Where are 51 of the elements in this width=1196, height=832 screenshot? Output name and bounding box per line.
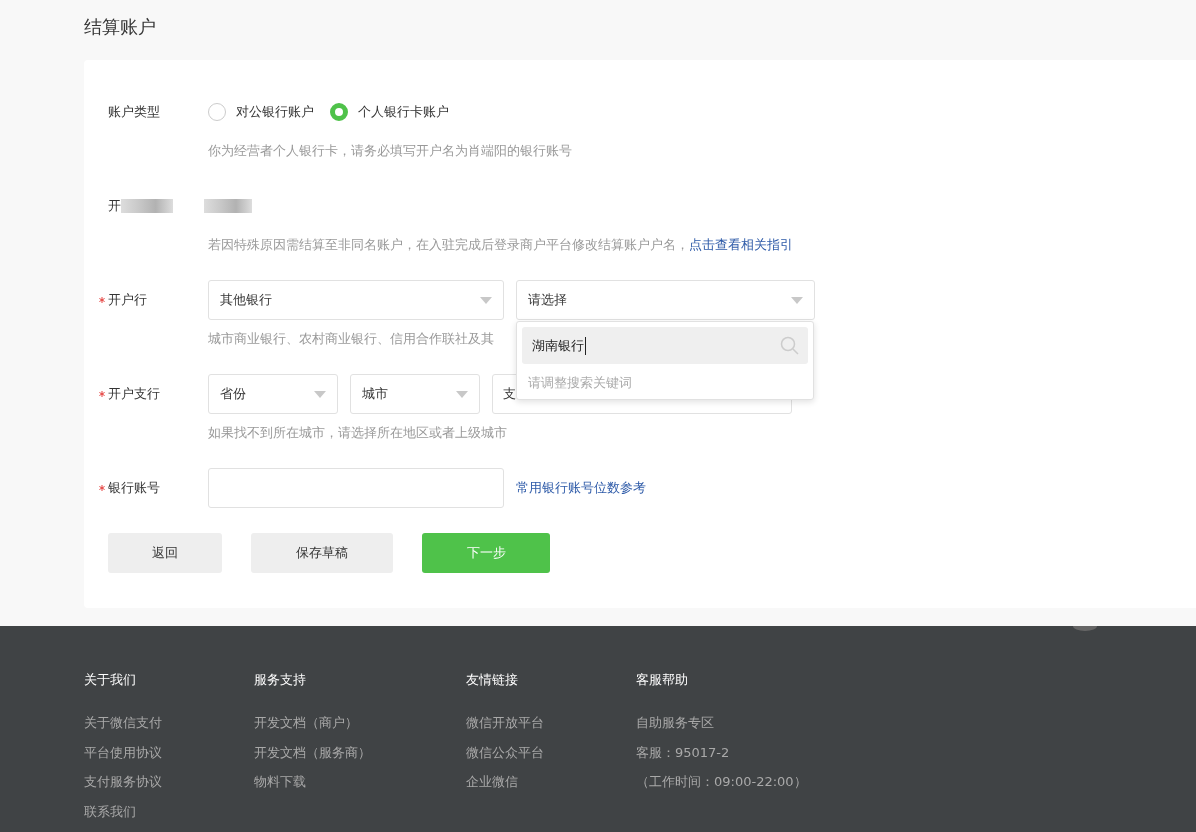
footer-link[interactable]: 开发文档（服务商） [254, 743, 371, 773]
input-field[interactable] [208, 468, 504, 508]
hint-text: 城市商业银行、农村商业银行、信用合作联社及其 [208, 330, 494, 348]
hint-text: 你为经营者个人银行卡，请务必填写开户名为肖端阳的银行账号 [208, 142, 572, 160]
footer-link[interactable]: 企业微信 [466, 773, 518, 803]
footer-link[interactable]: 物料下载 [254, 773, 306, 803]
action-button[interactable]: 返回 [108, 533, 222, 573]
footer-link[interactable]: 支付服务协议 [84, 773, 162, 803]
hint-text: 若因特殊原因需结算至非同名账户，在入驻完成后登录商户平台修改结算账户户名，点击查看相关指引 [208, 236, 793, 254]
footer-link[interactable]: 自助服务专区 [636, 714, 714, 744]
select-field[interactable]: 城市 [350, 374, 480, 414]
reference-link[interactable]: 常用银行账号位数参考 [516, 479, 646, 497]
field-label: 开户支行 [108, 385, 160, 403]
footer-heading: 关于我们 [84, 671, 136, 689]
field-label: 开户行 [108, 291, 147, 309]
redacted-block [121, 199, 173, 213]
footer-heading: 服务支持 [254, 671, 306, 689]
hint-text: 如果找不到所在城市，请选择所在地区或者上级城市 [208, 424, 507, 442]
search-field[interactable]: 湖南银行 [522, 327, 808, 364]
footer-link[interactable]: 联系我们 [84, 802, 136, 832]
action-button[interactable]: 保存草稿 [251, 533, 393, 573]
guide-link[interactable]: 点击查看相关指引 [689, 237, 793, 252]
field-label: 账户类型 [108, 103, 160, 121]
footer-link[interactable]: 关于微信支付 [84, 714, 162, 744]
next-button[interactable]: 下一步 [422, 533, 550, 573]
caret-icon [791, 296, 803, 304]
footer-heading: 友情链接 [466, 671, 518, 689]
caret-icon [480, 296, 492, 304]
radio-label[interactable]: 个人银行卡账户 [358, 103, 449, 121]
footer-link[interactable]: 平台使用协议 [84, 743, 162, 773]
caret-icon [314, 390, 326, 398]
select-field[interactable]: 省份 [208, 374, 338, 414]
field-label: 开 [108, 197, 121, 215]
footer-link[interactable]: 客服：95017-2 [636, 743, 730, 773]
page-title: 结算账户 [84, 15, 156, 39]
footer-heading: 客服帮助 [636, 671, 688, 689]
footer-link[interactable]: （工作时间：09:00-22:00） [636, 773, 807, 803]
radio-button[interactable] [208, 103, 226, 121]
footer-link[interactable]: 微信公众平台 [466, 743, 544, 773]
redacted-block [204, 199, 252, 213]
field-label: 银行账号 [108, 479, 160, 497]
footer-link[interactable]: 微信开放平台 [466, 714, 544, 744]
search-icon [780, 335, 800, 356]
footer-link[interactable]: 开发文档（商户） [254, 714, 358, 744]
caret-icon [456, 390, 468, 398]
select-field[interactable]: 请选择 [516, 280, 815, 320]
radio-label[interactable]: 对公银行账户 [236, 103, 314, 121]
select-field[interactable]: 其他银行 [208, 280, 504, 320]
empty-result-text: 请调整搜索关键词 [528, 374, 632, 392]
handle-icon[interactable] [1073, 626, 1097, 631]
radio-button[interactable] [330, 103, 348, 121]
